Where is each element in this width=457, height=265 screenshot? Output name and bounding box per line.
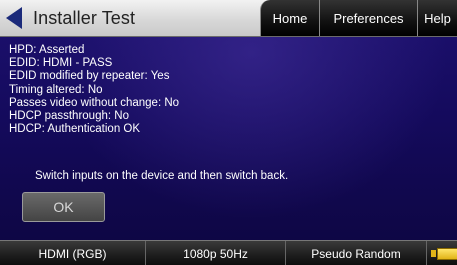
- screen: Installer Test Home Preferences Help HPD…: [0, 0, 457, 265]
- status-edid-modified: EDID modified by repeater: Yes: [9, 70, 170, 83]
- format-button[interactable]: 1080p 50Hz: [146, 241, 286, 265]
- battery-tip: [431, 250, 436, 257]
- status-edid: EDID: HDMI - PASS: [9, 57, 113, 70]
- nav-tabs: Home Preferences Help: [260, 0, 457, 36]
- tab-preferences[interactable]: Preferences: [319, 0, 417, 36]
- back-arrow-icon[interactable]: [6, 7, 22, 29]
- status-hdcp-auth: HDCP: Authentication OK: [9, 123, 141, 136]
- page-title: Installer Test: [33, 8, 136, 28]
- header-bar: Installer Test Home Preferences Help: [0, 0, 457, 37]
- status-panel: HPD: Asserted EDID: HDMI - PASS EDID mod…: [9, 44, 179, 136]
- ok-button[interactable]: OK: [22, 192, 105, 222]
- pattern-button[interactable]: Pseudo Random: [286, 241, 427, 265]
- status-hpd: HPD: Asserted: [9, 44, 85, 56]
- status-timing: Timing altered: No: [9, 83, 103, 96]
- interface-button[interactable]: HDMI (RGB): [0, 241, 146, 265]
- battery-indicator: [427, 241, 457, 265]
- tab-help[interactable]: Help: [417, 0, 457, 36]
- status-hdcp-passthrough: HDCP passthrough: No: [9, 110, 129, 123]
- tab-home[interactable]: Home: [260, 0, 319, 36]
- instruction-text: Switch inputs on the device and then swi…: [35, 170, 289, 182]
- status-bar: HDMI (RGB) 1080p 50Hz Pseudo Random: [0, 240, 457, 265]
- battery-icon: [437, 248, 457, 260]
- status-passes-video: Passes video without change: No: [9, 96, 180, 109]
